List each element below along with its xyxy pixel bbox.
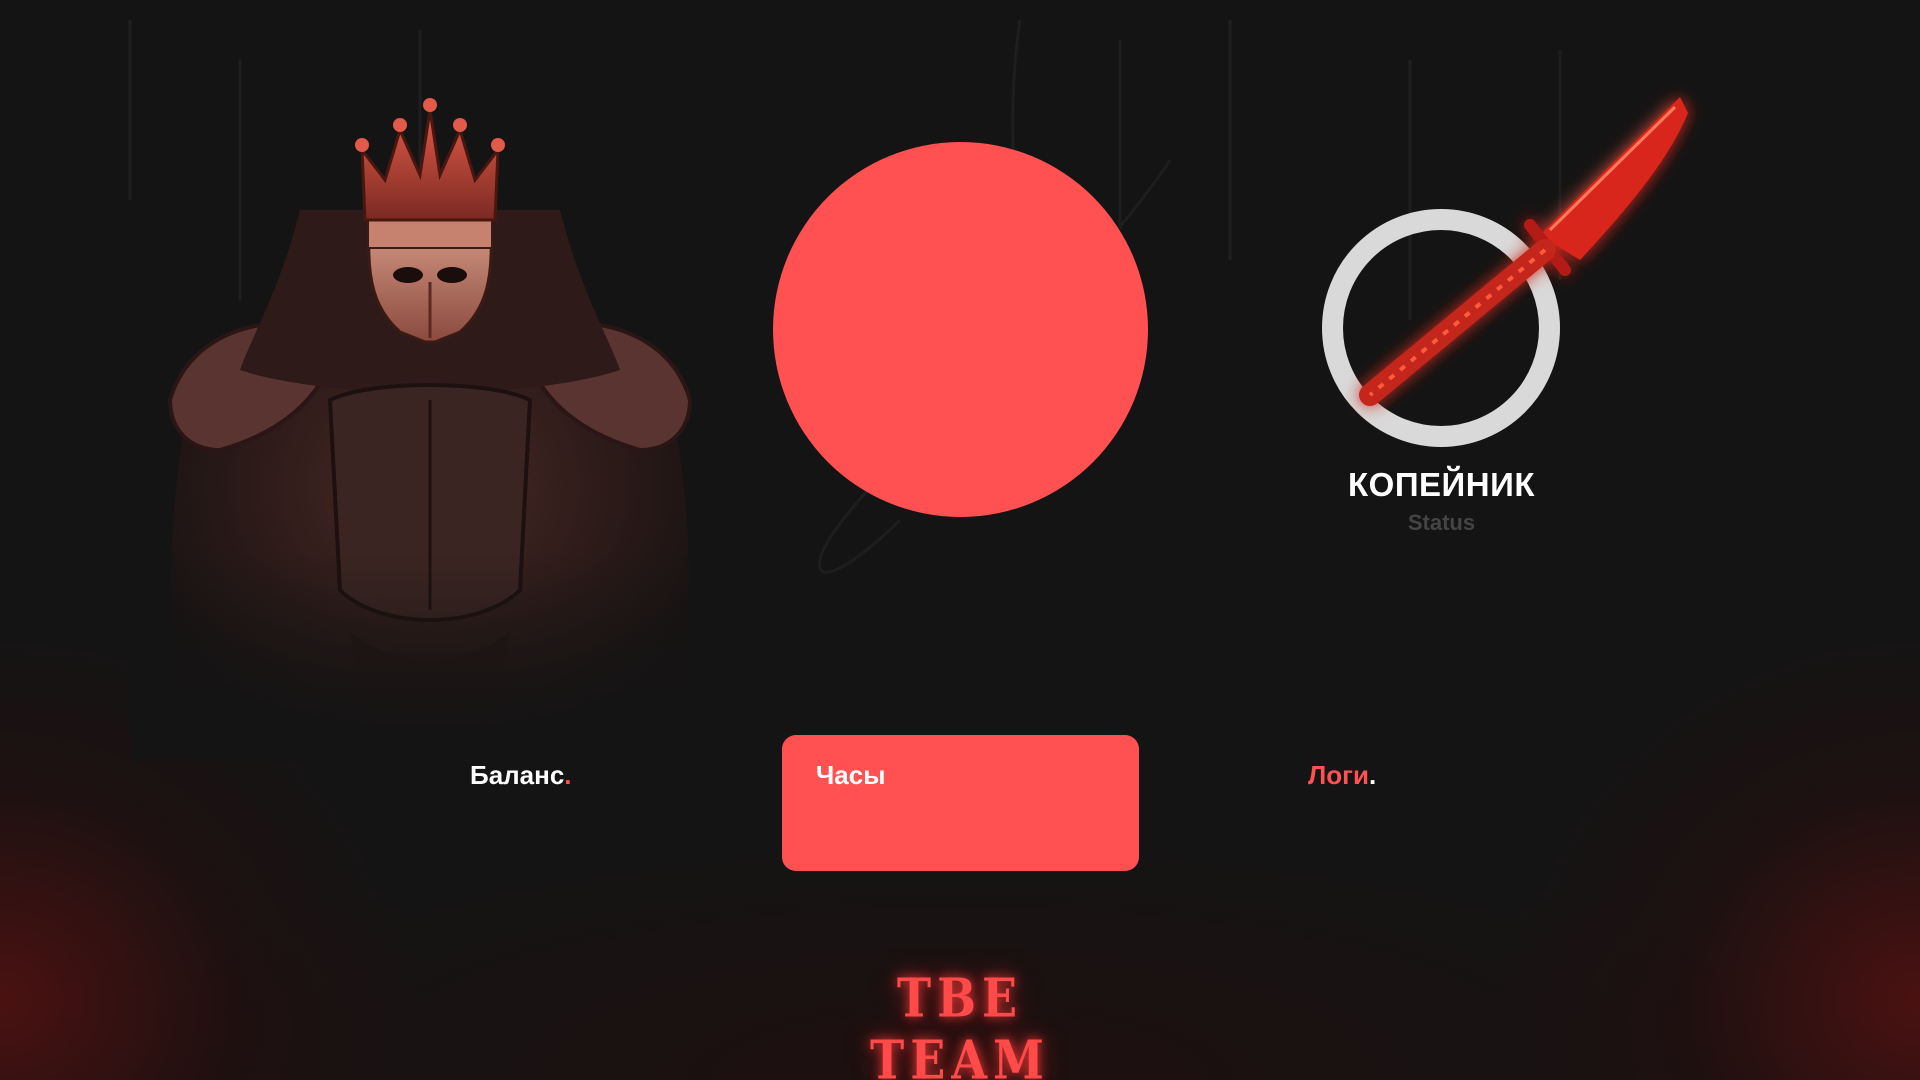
tab-balance-dot: . xyxy=(564,760,572,790)
tab-balance-label: Баланс xyxy=(470,760,565,790)
tab-logs-dot: . xyxy=(1368,760,1377,790)
knife-icon xyxy=(1359,97,1688,406)
tab-hours-label: Часы xyxy=(816,760,886,790)
tab-logs-label: Логи xyxy=(1308,760,1369,790)
knight-illustration xyxy=(130,98,730,760)
team-logo: TBE TEAM xyxy=(870,966,1050,1080)
tab-logs[interactable]: Логи. xyxy=(1308,760,1376,791)
tab-hours[interactable]: Часы xyxy=(782,735,1139,871)
tab-balance[interactable]: Баланс. xyxy=(470,760,572,791)
status-subtitle: Status xyxy=(1407,510,1476,535)
avatar-circle[interactable] xyxy=(773,142,1148,517)
status-title: КОПЕЙНИК xyxy=(1348,466,1535,503)
main-screen: КОПЕЙНИК Status Баланс. Часы Логи. TBE T… xyxy=(0,0,1920,1080)
